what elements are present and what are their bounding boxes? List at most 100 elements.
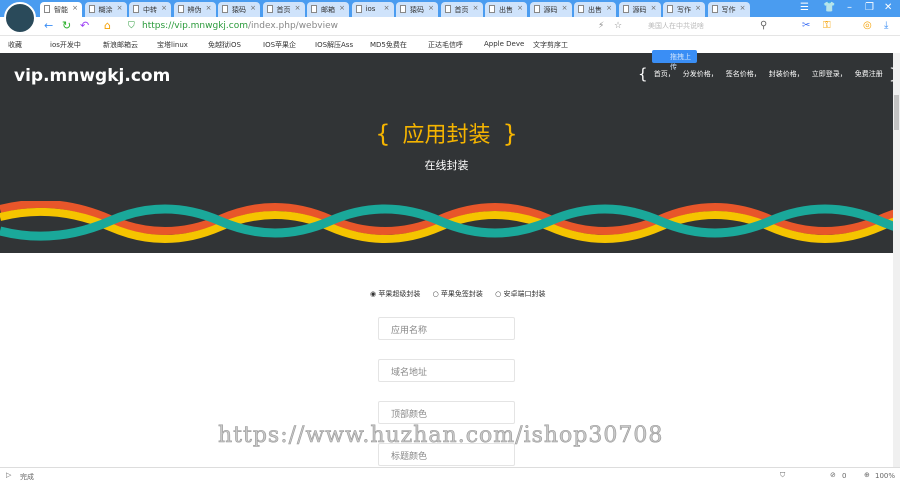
- close-tab-icon[interactable]: ×: [72, 4, 78, 12]
- bookmark-item[interactable]: 正达毛信呼: [428, 40, 463, 50]
- web-page: vip.mnwgkj.com { 首页， 分发价格， 签名价格， 封装价格， 立即登录，…: [0, 53, 893, 467]
- upload-button[interactable]: 拖拽上传: [652, 50, 697, 71]
- bookmark-item[interactable]: IOS苹果企: [263, 40, 296, 50]
- bookmark-item[interactable]: 宝塔linux: [157, 40, 188, 50]
- skin-icon[interactable]: 👕: [823, 2, 835, 13]
- close-tab-icon[interactable]: ×: [117, 4, 123, 12]
- close-tab-icon[interactable]: ×: [384, 4, 390, 12]
- bookmark-item[interactable]: MD5免费在: [370, 40, 407, 50]
- tab-label: 糊涂: [98, 6, 113, 14]
- page-icon: [177, 5, 184, 13]
- page-subtitle: 在线封装: [424, 159, 469, 172]
- page-icon: [489, 5, 495, 13]
- page-icon: [667, 5, 673, 13]
- close-tab-icon[interactable]: ×: [250, 4, 256, 12]
- nav-signing-price[interactable]: 签名价格，: [726, 70, 761, 78]
- nav-packaging-price[interactable]: 封装价格，: [769, 70, 804, 78]
- browser-tab[interactable]: 辨伪 ×: [173, 2, 216, 17]
- browser-tab[interactable]: 邮箱 ×: [307, 2, 349, 17]
- tab-label: 首页: [276, 6, 291, 14]
- browser-tab[interactable]: 中转 ×: [129, 2, 171, 17]
- browser-tab[interactable]: 猿码 ×: [396, 2, 438, 17]
- page-icon: [578, 5, 584, 13]
- app-name-input[interactable]: 应用名称: [378, 317, 515, 340]
- undo-icon[interactable]: ↶: [80, 19, 89, 32]
- package-type-radios: ◉ 苹果超级封装 ○ 苹果免签封装 ○ 安卓端口封装: [370, 289, 556, 299]
- close-tab-icon[interactable]: ×: [206, 4, 212, 12]
- close-tab-icon[interactable]: ×: [695, 4, 701, 12]
- nav-distribution-price[interactable]: 分发价格，: [683, 70, 718, 78]
- secure-icon: ⛉: [128, 21, 135, 31]
- radio-ios-free[interactable]: ○ 苹果免签封装: [433, 290, 488, 298]
- title-text: 应用封装: [402, 123, 491, 148]
- page-icon: [133, 5, 139, 13]
- bookmark-item[interactable]: 文字剪序工: [533, 40, 568, 50]
- close-tab-icon[interactable]: ×: [295, 4, 301, 12]
- chat-icon[interactable]: ◎: [863, 20, 872, 31]
- domain-input[interactable]: 域名地址: [378, 359, 515, 382]
- url-input[interactable]: https://vip.mnwgkj.com/index.php/webview: [142, 21, 338, 31]
- star-icon[interactable]: ☆: [614, 21, 622, 31]
- browser-tab[interactable]: 源码 ×: [618, 2, 661, 17]
- browser-tab[interactable]: ios ×: [351, 2, 394, 17]
- close-tab-icon[interactable]: ×: [651, 4, 657, 12]
- key-icon[interactable]: ⚿: [823, 20, 831, 31]
- close-tab-icon[interactable]: ×: [473, 4, 479, 12]
- browser-tab[interactable]: 首页 ×: [440, 2, 483, 17]
- bookmark-item[interactable]: 收藏: [8, 40, 22, 50]
- browser-tab[interactable]: 智能 ×: [40, 2, 82, 17]
- bookmark-item[interactable]: IOS解压Ass: [315, 40, 353, 50]
- page-icon: [88, 5, 95, 13]
- maximize-icon[interactable]: ❐: [865, 2, 874, 13]
- lightning-icon[interactable]: ⚡: [598, 21, 604, 31]
- bookmark-item[interactable]: 新浪邮箱云: [103, 40, 138, 50]
- url-domain: vip.mnwgkj.com: [174, 21, 249, 31]
- radio-android[interactable]: ○ 安卓端口封装: [495, 290, 550, 298]
- bookmark-item[interactable]: ios开发中: [50, 40, 81, 50]
- close-window-icon[interactable]: ✕: [884, 2, 892, 13]
- nav-login[interactable]: 立即登录，: [812, 70, 847, 78]
- scrollbar[interactable]: [893, 53, 900, 467]
- close-tab-icon[interactable]: ×: [606, 4, 612, 12]
- close-tab-icon[interactable]: ×: [517, 4, 523, 12]
- scissors-icon[interactable]: ✂: [802, 20, 810, 31]
- page-icon: [444, 5, 451, 13]
- browser-tab[interactable]: 猿码 ×: [218, 2, 260, 17]
- site-logo[interactable]: vip.mnwgkj.com: [14, 66, 170, 86]
- minimize-icon[interactable]: –: [847, 2, 852, 13]
- browser-tab[interactable]: 出售 ×: [485, 2, 527, 17]
- browser-tab[interactable]: 首页 ×: [262, 2, 305, 17]
- close-tab-icon[interactable]: ×: [740, 4, 746, 12]
- radio-ios-super[interactable]: ◉ 苹果超级封装: [370, 290, 425, 298]
- close-tab-icon[interactable]: ×: [339, 4, 345, 12]
- refresh-icon[interactable]: ↻: [62, 19, 71, 32]
- zoom-level[interactable]: 100%: [875, 472, 895, 480]
- menu-icon[interactable]: ☰: [800, 2, 809, 13]
- status-bar: ▷ 完成 ⛉ ⊘ 0 ⊕ 100%: [0, 467, 900, 483]
- close-tab-icon[interactable]: ×: [161, 4, 167, 12]
- bookmark-item[interactable]: Apple Deve: [484, 40, 524, 48]
- close-tab-icon[interactable]: ×: [428, 4, 434, 12]
- block-icon[interactable]: ⊘: [830, 471, 836, 479]
- bookmark-item[interactable]: 免越狱iOS: [208, 40, 241, 50]
- browser-tab[interactable]: 出售 ×: [574, 2, 616, 17]
- tab-label: 猿码: [410, 6, 424, 14]
- close-tab-icon[interactable]: ×: [562, 4, 568, 12]
- back-icon[interactable]: ←: [44, 19, 53, 32]
- download-icon[interactable]: ⤓: [884, 20, 888, 31]
- title-brace-close: }: [502, 120, 518, 148]
- home-icon[interactable]: ⌂: [104, 19, 111, 32]
- browser-tab[interactable]: 源码 ×: [529, 2, 572, 17]
- top-color-input[interactable]: 顶部颜色: [378, 401, 515, 424]
- browser-tab[interactable]: 糊涂 ×: [84, 2, 127, 17]
- shield-icon[interactable]: ⛉: [780, 471, 785, 480]
- browser-tab[interactable]: 写作 ×: [663, 2, 705, 17]
- search-icon[interactable]: ⚲: [760, 20, 767, 31]
- zoom-icon[interactable]: ⊕: [864, 471, 870, 479]
- scrollbar-thumb[interactable]: [894, 95, 899, 130]
- browser-tab[interactable]: 写作 ×: [707, 2, 750, 17]
- nav-register[interactable]: 免费注册: [855, 70, 883, 78]
- avatar[interactable]: [4, 2, 36, 34]
- tab-label: ios: [365, 5, 376, 13]
- search-input[interactable]: 美国人在中共说啥: [648, 21, 704, 31]
